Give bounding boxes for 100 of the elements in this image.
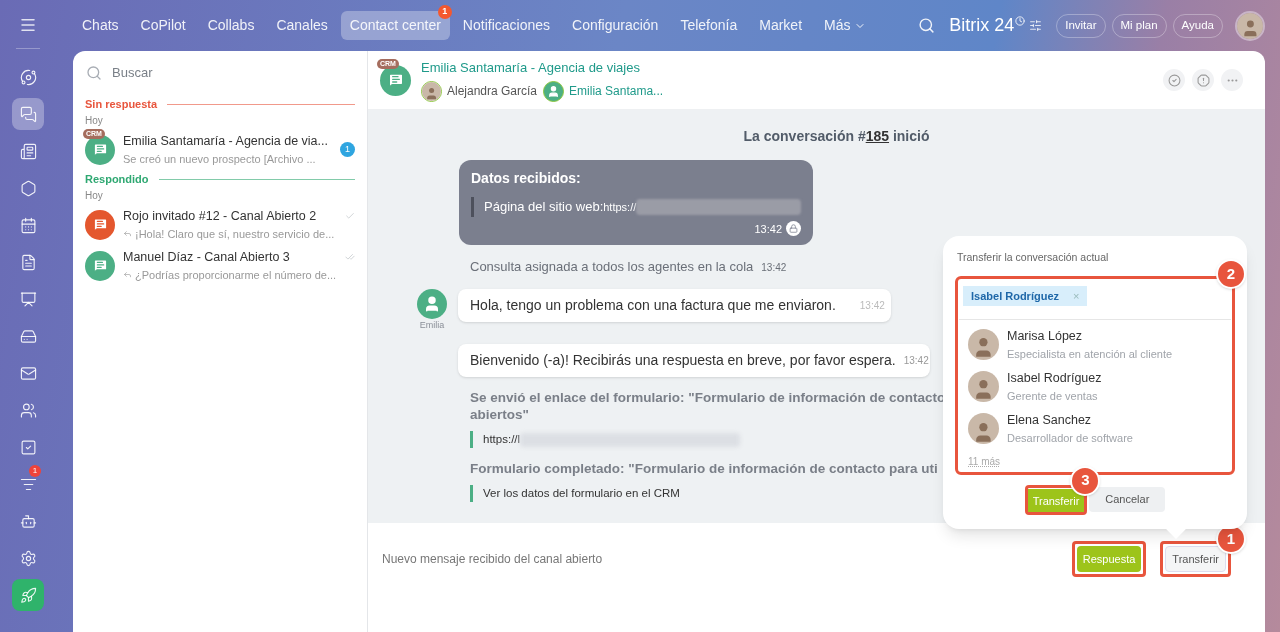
message-time: 13:42 [761,261,787,275]
form-message: Se envió el enlace del formulario: "Formulario de información de contacto [470,389,946,406]
conversation-start: La conversación #185 inició [743,128,930,144]
chat-preview: Se creó un nuevo prospecto [Archivo ... [123,151,316,167]
step-marker: 2 [1216,258,1246,289]
more-link[interactable]: 11 más [968,453,1001,469]
person-name: Isabel Rodríguez [1007,370,1102,387]
page-link[interactable]: https:// [603,198,637,215]
chat-preview: ¿Podrías proporcionarme el número de... [135,267,337,283]
chat-item[interactable]: Manuel Díaz - Canal Abierto 3 ¿Podrías proporcionarme el número de... [73,245,367,286]
alert-icon [1196,73,1210,87]
note-text: Consulta asignada a todos los agentes en la cola [470,258,754,276]
sidebar-item[interactable] [12,579,44,611]
date-label: Hoy [84,114,104,128]
member-name[interactable]: Alejandra García [447,82,538,101]
cancel-button[interactable]: Cancelar [1089,486,1166,512]
clock-icon [1015,16,1026,26]
checkbox-icon [19,438,37,456]
chat-preview: ¡Hola! Claro que sí, nuestro servicio de... [135,226,335,242]
orbit-icon [19,68,37,86]
confirm-button[interactable]: Transferir [1027,489,1085,513]
chat-bubbles-icon [19,105,37,123]
nav-tab[interactable]: Notificaciones [453,11,559,40]
settings-icon [19,549,37,567]
group-title: Respondido [85,171,149,187]
lock-icon [786,221,801,237]
data-title: Datos recibidos: [471,169,582,188]
search-icon[interactable] [918,17,936,34]
nav-tab[interactable]: Canales [267,11,337,40]
message-text: Bienvenido (-a)! Recibirás una respuesta en breve, por favor espera. [470,351,896,370]
author-name: Emilia [419,318,445,332]
contacts-icon [19,401,37,419]
client-avatar [543,80,565,102]
member-name[interactable]: Emilia Santama... [569,82,664,101]
avatar [422,81,441,101]
nav-tab[interactable]: CoPilot [131,11,195,40]
search-field[interactable]: Buscar [112,63,312,83]
footer-text: Nuevo mensaje recibido del canal abierto [382,551,603,568]
message-time: 13:42 [859,298,885,313]
message-text: Hola, tengo un problema con una factura que me enviaron. [470,295,836,315]
form-message: Formulario completado: "Formulario de información de contacto para uti [470,460,938,477]
nav-tab[interactable]: Market [750,11,812,40]
person-role: Gerente de ventas [1007,388,1099,404]
unread-count: 1 [340,142,355,157]
calendar-icon [19,216,37,234]
menu-icon [19,16,37,34]
form-link[interactable]: https://l [483,430,521,449]
nav-tab[interactable]: Telefonía [671,11,747,40]
person-name: Marisa López [1007,327,1084,345]
selected-person-tag[interactable]: Isabel Rodríguez × [963,286,1088,306]
robot-icon [19,512,37,530]
avatar [968,371,999,403]
transfer-button[interactable]: Transferir [1165,546,1226,573]
search-icon [86,65,102,81]
avatar [968,413,999,445]
rocket-icon [19,586,37,604]
presentation-icon [19,290,37,308]
nav-tab[interactable]: Chats [73,11,128,40]
form-message: abiertos" [470,406,529,423]
step-marker: 3 [1070,465,1101,496]
message-time: 13:42 [903,354,929,368]
badge: 1 [29,465,41,477]
page-label: Página del sitio web: [484,198,604,216]
person-role: Especialista en atención al cliente [1007,346,1173,362]
more-menu[interactable]: Más [815,11,876,40]
message-time: 13:42 [754,221,782,237]
newspaper-icon [19,142,37,160]
chat-title: Manuel Díaz - Canal Abierto 3 [123,248,290,266]
nav-tab[interactable]: Configuración [563,11,668,40]
chat-title: Emilia Santamaría - Agencia de viajes [421,59,641,78]
mail-icon [19,364,37,382]
chat-title: Rojo invitado #12 - Canal Abierto 2 [123,207,317,225]
drive-icon [19,327,37,345]
spam-button[interactable] [1192,69,1214,91]
person-option[interactable]: Isabel Rodríguez Gerente de ventas [968,369,1222,405]
avatar [1237,12,1263,39]
sliders-icon[interactable] [1029,19,1043,32]
check-circle-icon [1167,73,1181,87]
sidebar-item[interactable] [12,98,44,130]
sidebar-item[interactable]: 1 [12,468,44,500]
group-title: Sin respuesta [85,96,158,112]
date-label: Hoy [84,189,104,203]
logo: Bitrix 24 [949,14,1015,37]
reply-button[interactable]: Respuesta [1076,546,1142,573]
avatar [968,328,999,360]
person-option[interactable]: Elena Sanchez Desarrollador de software [968,411,1222,447]
person-option[interactable]: Marisa López Especialista en atención al cliente [968,326,1222,362]
user-avatar [417,288,447,319]
nav-tab[interactable]: Collabs [198,11,264,40]
finish-button[interactable] [1163,69,1185,91]
document-icon [19,253,37,271]
badge: 1 [437,5,452,19]
chat-item[interactable]: Rojo invitado #12 - Canal Abierto 2 ¡Hola! Claro que sí, nuestro servicio de... [73,204,367,245]
hexagon-icon [19,179,37,197]
popup-title: Transferir la conversación actual [956,250,1110,265]
chat-title: Emilia Santamaría - Agencia de via... [123,132,328,150]
form-link[interactable]: Ver los datos del formulario en el CRM [483,484,680,503]
person-name: Elena Sanchez [1007,412,1093,430]
chat-avatar [380,64,411,96]
person-role: Desarrollador de software [1007,431,1133,446]
